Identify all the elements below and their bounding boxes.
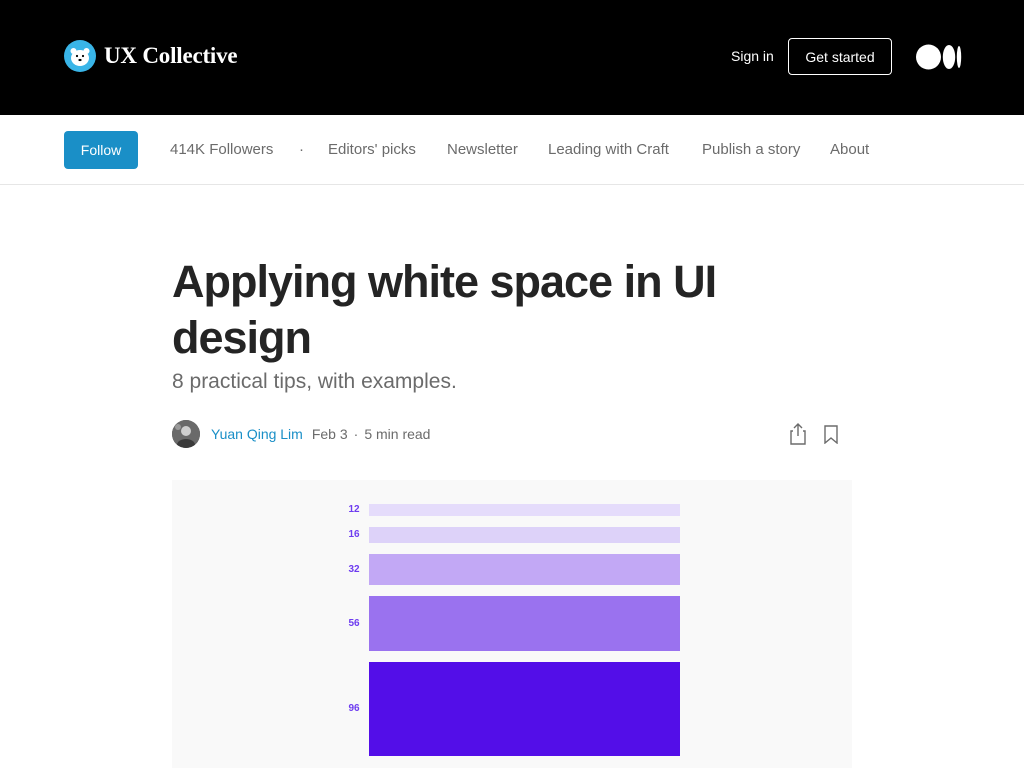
spacing-bar-label: 16 — [348, 529, 360, 540]
author-avatar[interactable] — [172, 420, 200, 448]
spacing-bar-label: 96 — [348, 703, 360, 714]
article-figure: 12 16 32 56 96 — [172, 480, 852, 768]
polar-bear-logo-icon — [64, 40, 96, 72]
bookmark-icon[interactable] — [823, 425, 839, 444]
publication-nav: Follow 414K Followers · Editors' picks N… — [0, 115, 1024, 185]
read-time: 5 min read — [364, 426, 431, 442]
meta-separator: · — [353, 426, 359, 442]
share-icon[interactable] — [789, 423, 807, 445]
nav-item-about[interactable]: About — [830, 141, 869, 158]
publish-date: Feb 3 — [311, 426, 348, 442]
nav-item-editors-picks[interactable]: Editors' picks — [328, 141, 416, 158]
follow-button[interactable]: Follow — [64, 131, 138, 169]
nav-separator: · — [299, 141, 304, 158]
site-header: UX Collective Sign in Get started — [0, 0, 1024, 115]
spacing-bar — [369, 504, 680, 516]
medium-logo-icon[interactable] — [916, 44, 962, 70]
spacing-bar-label: 32 — [348, 563, 360, 575]
spacing-bar — [369, 554, 680, 585]
article-title: Applying white space in UI design — [172, 256, 717, 363]
get-started-button[interactable]: Get started — [788, 38, 892, 75]
spacing-bar — [369, 662, 680, 756]
followers-count[interactable]: 414K Followers — [170, 141, 273, 158]
nav-item-newsletter[interactable]: Newsletter — [447, 141, 518, 158]
author-name[interactable]: Yuan Qing Lim — [211, 426, 303, 442]
article-meta: Yuan Qing Lim Feb 3 · 5 min read — [172, 420, 430, 448]
article-subtitle: 8 practical tips, with examples. — [172, 370, 457, 393]
spacing-bar — [369, 596, 680, 651]
spacing-bar-label: 12 — [348, 504, 360, 515]
brand-name: UX Collective — [104, 43, 238, 68]
spacing-bar — [369, 527, 680, 543]
spacing-bar-label: 56 — [348, 617, 360, 629]
sign-in-link[interactable]: Sign in — [731, 48, 774, 64]
nav-item-leading-with-craft[interactable]: Leading with Craft — [548, 141, 669, 158]
brand-link[interactable]: UX Collective — [64, 40, 238, 72]
nav-item-publish-a-story[interactable]: Publish a story — [702, 141, 800, 158]
